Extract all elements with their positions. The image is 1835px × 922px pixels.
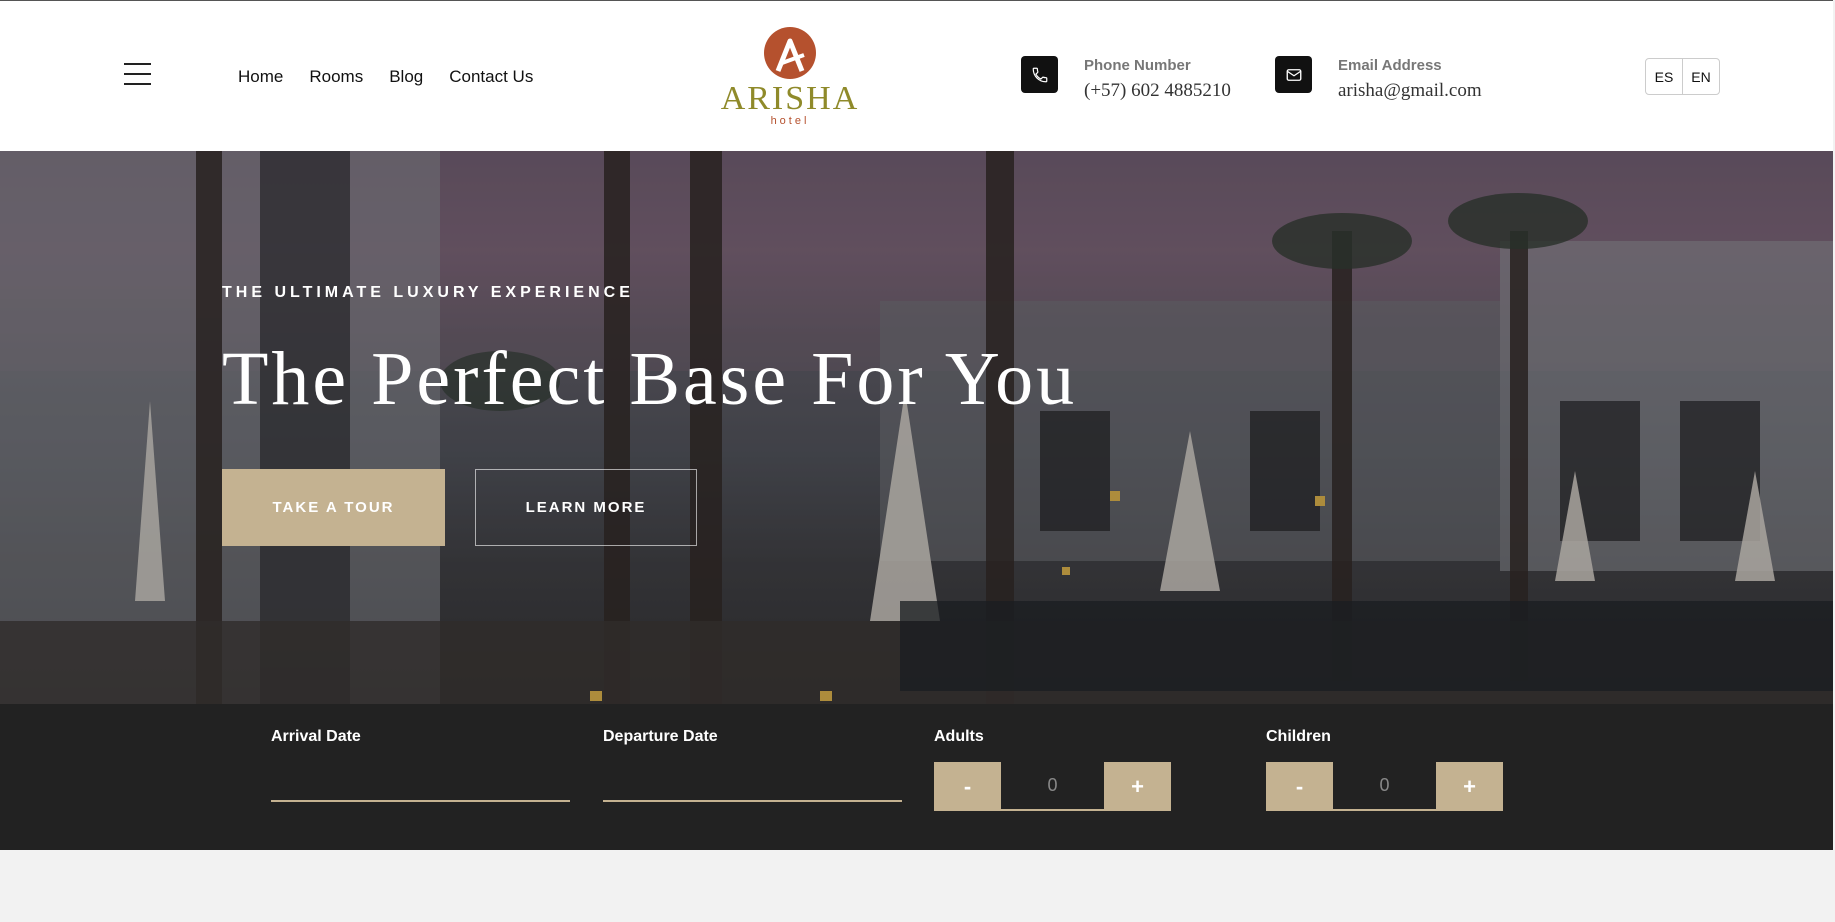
phone-icon[interactable] [1021,56,1058,93]
children-label: Children [1266,728,1331,745]
arrival-date-input[interactable] [271,766,570,802]
adults-label: Adults [934,728,984,745]
menu-icon[interactable] [124,63,151,85]
booking-bar: Arrival Date Departure Date Adults - 0 +… [0,704,1833,850]
children-stepper: - 0 + [1266,762,1503,811]
logo-subtitle: hotel [771,115,810,127]
adults-stepper: - 0 + [934,762,1171,811]
hotel-logo[interactable]: ARISHA hotel [720,27,860,127]
arrival-date-label: Arrival Date [271,728,361,745]
children-increment-button[interactable]: + [1436,762,1503,811]
lang-es-button[interactable]: ES [1646,59,1682,94]
nav-rooms-link[interactable]: Rooms [309,67,363,87]
phone-label: Phone Number [1084,57,1191,74]
logo-wordmark: ARISHA [721,80,860,117]
email-label: Email Address [1338,57,1442,74]
lang-en-button[interactable]: EN [1682,59,1719,94]
take-a-tour-button[interactable]: TAKE A TOUR [222,469,445,546]
hero-title: The Perfect Base For You [222,337,1078,421]
nav-contact-link[interactable]: Contact Us [449,67,533,87]
departure-date-input[interactable] [603,766,902,802]
nav-home-link[interactable]: Home [238,67,283,87]
learn-more-button[interactable]: LEARN MORE [475,469,697,546]
envelope-icon[interactable] [1275,56,1312,93]
hero-kicker: THE ULTIMATE LUXURY EXPERIENCE [222,284,634,301]
departure-date-label: Departure Date [603,728,718,745]
logo-mark-icon: ARISHA hotel [721,27,860,127]
adults-decrement-button[interactable]: - [934,762,1001,811]
adults-count[interactable]: 0 [1001,762,1104,811]
phone-number[interactable]: (+57) 602 4885210 [1084,80,1231,102]
language-switcher: ES EN [1645,58,1720,95]
nav-blog-link[interactable]: Blog [389,67,423,87]
site-header: Home Rooms Blog Contact Us ARISHA hotel … [0,0,1833,151]
main-nav: Home Rooms Blog Contact Us [238,67,533,87]
hero-banner: THE ULTIMATE LUXURY EXPERIENCE The Perfe… [0,151,1833,704]
children-count[interactable]: 0 [1333,762,1436,811]
adults-increment-button[interactable]: + [1104,762,1171,811]
children-decrement-button[interactable]: - [1266,762,1333,811]
hero-overlay [0,151,1833,704]
email-address[interactable]: arisha@gmail.com [1338,80,1482,102]
